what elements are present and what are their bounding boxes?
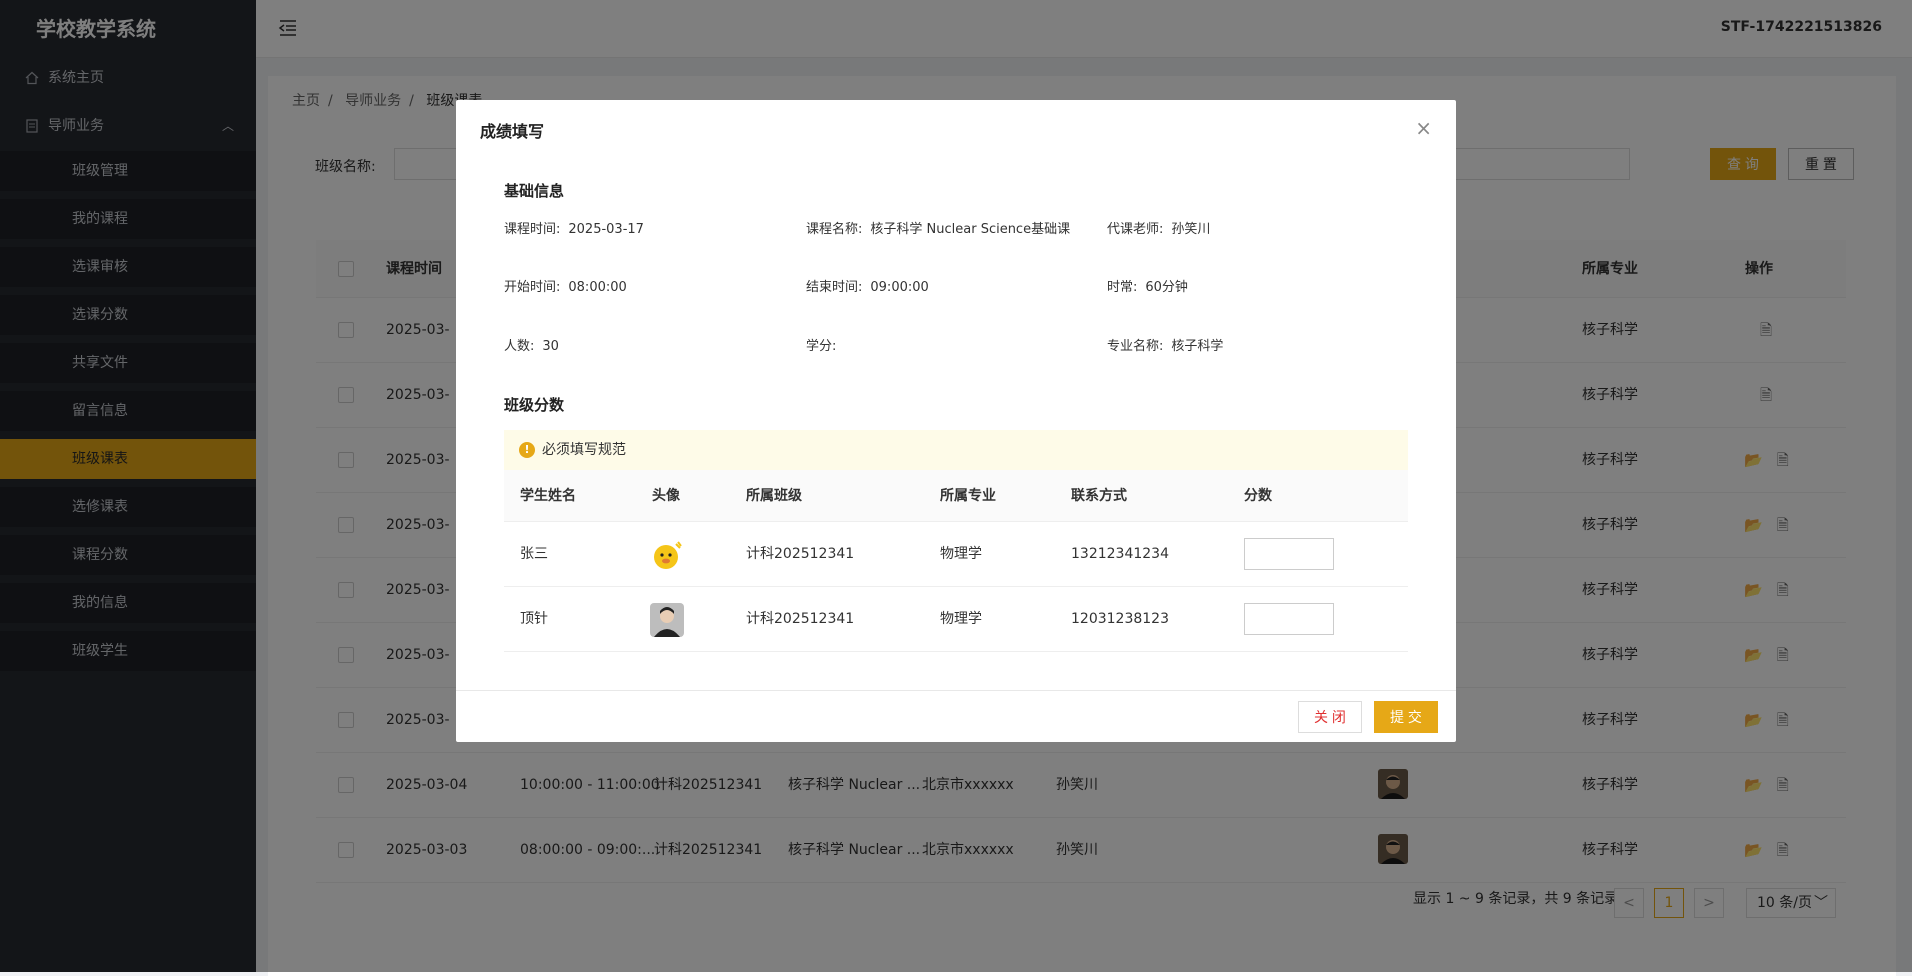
info-duration: 时常: 60分钟 (1107, 276, 1188, 295)
field-key: 专业名称: (1107, 339, 1164, 354)
col-class: 所属班级 (746, 488, 802, 504)
info-major: 专业名称: 核子科学 (1107, 335, 1223, 354)
dialog-title: 成绩填写 (480, 122, 545, 141)
student-table-header: 学生姓名 头像 所属班级 所属专业 联系方式 分数 (504, 470, 1408, 522)
field-value: 2025-03-17 (568, 222, 644, 237)
field-value: 09:00:00 (870, 280, 929, 295)
col-score: 分数 (1244, 488, 1272, 504)
grade-entry-dialog: 成绩填写 × 基础信息 课程时间: 2025-03-17 课程名称: 核子科学 Nu… (456, 100, 1456, 742)
score-input[interactable] (1244, 603, 1334, 635)
field-key: 开始时间: (504, 280, 561, 295)
student-class: 计科202512341 (746, 611, 855, 627)
table-row: 张三 计科202512341 物理学 13212341234 (504, 522, 1408, 587)
avatar (650, 603, 684, 637)
col-avatar: 头像 (652, 488, 680, 504)
field-key: 学分: (806, 339, 837, 354)
warning-banner: ! 必须填写规范 (504, 430, 1408, 470)
student-score-table: 学生姓名 头像 所属班级 所属专业 联系方式 分数 张三 计科202512341… (504, 470, 1408, 652)
class-score-title: 班级分数 (504, 396, 565, 414)
close-icon[interactable]: × (1415, 116, 1432, 140)
field-key: 课程名称: (806, 222, 863, 237)
student-major: 物理学 (940, 611, 982, 627)
warning-icon: ! (519, 442, 535, 458)
field-value: 核子科学 Nuclear Science基础课 (870, 222, 1071, 237)
field-value: 核子科学 (1171, 339, 1224, 354)
info-credits: 学分: (806, 335, 844, 354)
score-input[interactable] (1244, 538, 1334, 570)
dialog-footer: 关 闭 提 交 (456, 690, 1456, 742)
info-course-name: 课程名称: 核子科学 Nuclear Science基础课 (806, 218, 1070, 237)
field-key: 代课老师: (1107, 222, 1164, 237)
col-major: 所属专业 (940, 488, 996, 504)
field-key: 时常: (1107, 280, 1138, 295)
student-phone: 12031238123 (1071, 611, 1169, 627)
info-course-date: 课程时间: 2025-03-17 (504, 218, 644, 237)
warning-text: 必须填写规范 (542, 442, 626, 458)
field-key: 结束时间: (806, 280, 863, 295)
student-phone: 13212341234 (1071, 546, 1169, 562)
info-headcount: 人数: 30 (504, 335, 559, 354)
table-row: 顶针 计科202512341 物理学 12031238123 (504, 587, 1408, 652)
student-name: 顶针 (520, 611, 548, 627)
field-value: 08:00:00 (568, 280, 627, 295)
info-end-time: 结束时间: 09:00:00 (806, 276, 929, 295)
student-class: 计科202512341 (746, 546, 855, 562)
col-contact: 联系方式 (1071, 488, 1127, 504)
col-student-name: 学生姓名 (520, 488, 576, 504)
field-value: 孙笑川 (1171, 222, 1211, 237)
student-major: 物理学 (940, 546, 982, 562)
field-key: 课程时间: (504, 222, 561, 237)
field-value: 30 (542, 339, 559, 354)
info-start-time: 开始时间: 08:00:00 (504, 276, 627, 295)
student-name: 张三 (520, 546, 548, 562)
avatar (650, 538, 684, 572)
close-button[interactable]: 关 闭 (1298, 701, 1362, 733)
submit-button[interactable]: 提 交 (1374, 701, 1438, 733)
info-teacher: 代课老师: 孙笑川 (1107, 218, 1210, 237)
field-value: 60分钟 (1145, 280, 1188, 295)
basic-info-title: 基础信息 (504, 182, 565, 200)
field-key: 人数: (504, 339, 535, 354)
